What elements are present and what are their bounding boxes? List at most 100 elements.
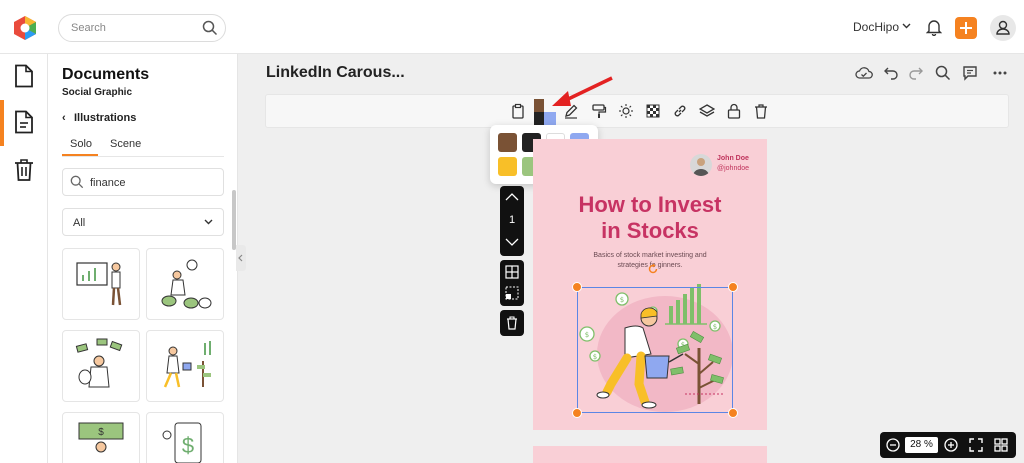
chevron-up-icon[interactable]	[505, 192, 519, 201]
illustration-money-rain	[75, 338, 123, 388]
panel-title: Documents	[62, 66, 150, 83]
illustration-thumbnail[interactable]	[62, 248, 140, 320]
filter-value: All	[73, 217, 86, 229]
tab-scene[interactable]: Scene	[110, 138, 141, 150]
new-document-icon[interactable]	[13, 64, 35, 88]
illustration-thumbnail[interactable]	[146, 330, 224, 402]
color-swatch[interactable]	[498, 157, 517, 176]
illustration-money-banner: $	[78, 422, 124, 453]
element-toolbar	[265, 94, 1009, 128]
annotation-arrow	[552, 76, 613, 106]
delete-page-button[interactable]	[500, 310, 524, 336]
comment-icon[interactable]	[962, 65, 978, 81]
left-rail	[0, 54, 48, 463]
dochipo-logo-icon[interactable]	[12, 15, 38, 41]
global-search-input[interactable]: Search	[58, 14, 226, 42]
illustration-money-bags	[161, 259, 212, 309]
subtitle-line-1[interactable]: Basics of stock market investing and	[533, 251, 767, 261]
author-handle: @johndoe	[717, 165, 750, 172]
headline-line-1[interactable]: How to Invest	[533, 192, 767, 218]
grid-icon[interactable]	[505, 265, 519, 279]
search-icon[interactable]	[202, 20, 218, 36]
redo-icon[interactable]	[908, 65, 924, 81]
search-icon[interactable]	[935, 65, 951, 81]
page-grid-icon[interactable]	[994, 438, 1008, 452]
resize-handle[interactable]	[572, 408, 582, 418]
author-name: John Doe	[717, 155, 749, 162]
top-bar: Search DocHipo	[0, 0, 1024, 54]
transparency-icon[interactable]	[645, 103, 661, 119]
tab-divider	[62, 156, 224, 157]
zoom-in-icon[interactable]	[944, 438, 958, 452]
page-order-control: 1	[500, 186, 524, 256]
search-icon	[70, 175, 84, 189]
collapse-panel-handle[interactable]	[236, 245, 246, 271]
delete-icon	[507, 316, 517, 330]
layers-icon[interactable]	[699, 103, 715, 119]
back-to-illustrations-button[interactable]: ‹ Illustrations	[62, 112, 136, 124]
workspace-name[interactable]: DocHipo	[853, 20, 899, 34]
zoom-out-icon[interactable]	[886, 438, 900, 452]
chevron-down-icon[interactable]	[505, 238, 519, 247]
zoom-unit: %	[924, 439, 933, 450]
carousel-page[interactable]: John Doe @johndoe How to Invest in Stock…	[533, 139, 767, 430]
illustration-chart-presenter	[76, 262, 122, 306]
resize-handle[interactable]	[728, 408, 738, 418]
author-avatar	[690, 154, 712, 176]
person-photo-icon	[693, 158, 709, 176]
chevron-down-icon	[204, 219, 213, 225]
headline-line-2[interactable]: in Stocks	[533, 218, 767, 244]
selection-box	[577, 287, 733, 413]
rotate-handle-icon[interactable]	[647, 263, 659, 275]
notification-bell-icon[interactable]	[926, 18, 942, 36]
filter-dropdown[interactable]: All	[62, 208, 224, 236]
user-avatar-button[interactable]	[990, 15, 1016, 41]
illustration-search-input[interactable]: finance	[62, 168, 224, 196]
illustration-thumbnail[interactable]	[62, 330, 140, 402]
undo-icon[interactable]	[883, 65, 899, 81]
documents-icon[interactable]	[13, 110, 35, 134]
document-title[interactable]: LinkedIn Carous...	[266, 64, 405, 82]
link-icon[interactable]	[672, 103, 688, 119]
zoom-value: 28	[910, 439, 922, 450]
search-placeholder: Search	[71, 22, 106, 34]
more-options-icon[interactable]	[992, 65, 1008, 81]
resize-handle[interactable]	[728, 282, 738, 292]
clipboard-icon[interactable]	[510, 103, 526, 119]
lock-icon[interactable]	[726, 103, 742, 119]
brightness-icon[interactable]	[618, 103, 634, 119]
svg-text:$: $	[98, 427, 104, 438]
illustration-dollar-scan: $	[162, 422, 202, 463]
panel-scrollbar[interactable]	[232, 190, 236, 250]
page-layout-control	[500, 260, 524, 306]
chevron-down-icon[interactable]	[902, 23, 911, 29]
zoom-control: 28 %	[880, 432, 1016, 458]
create-new-button[interactable]	[955, 17, 977, 39]
illustration-watering-money-plant	[163, 341, 211, 388]
plus-icon	[960, 22, 972, 34]
cloud-saved-icon[interactable]	[855, 65, 873, 81]
trash-icon[interactable]	[13, 158, 35, 182]
illustration-thumbnail[interactable]: $	[146, 412, 224, 463]
zoom-level[interactable]: 28 %	[905, 437, 938, 453]
illustration-thumbnail[interactable]: $	[62, 412, 140, 463]
resize-handle[interactable]	[572, 282, 582, 292]
fit-screen-icon[interactable]	[969, 438, 983, 452]
search-value: finance	[90, 177, 126, 189]
chevron-left-icon	[238, 254, 243, 262]
panel-subtitle: Social Graphic	[62, 87, 133, 98]
illustration-grid: $ $	[62, 248, 226, 463]
delete-icon[interactable]	[753, 103, 769, 119]
color-swatch[interactable]	[498, 133, 517, 152]
next-carousel-page[interactable]	[533, 446, 767, 463]
illustrations-panel: Documents Social Graphic ‹ Illustrations …	[48, 54, 238, 463]
back-label: Illustrations	[74, 112, 137, 124]
svg-text:$: $	[182, 433, 194, 458]
user-icon	[996, 20, 1010, 35]
select-area-icon[interactable]	[505, 286, 519, 300]
rail-active-indicator	[0, 100, 4, 146]
tab-solo[interactable]: Solo	[70, 138, 92, 150]
illustration-thumbnail[interactable]	[146, 248, 224, 320]
chevron-left-icon: ‹	[62, 112, 66, 124]
page-number: 1	[508, 214, 516, 226]
